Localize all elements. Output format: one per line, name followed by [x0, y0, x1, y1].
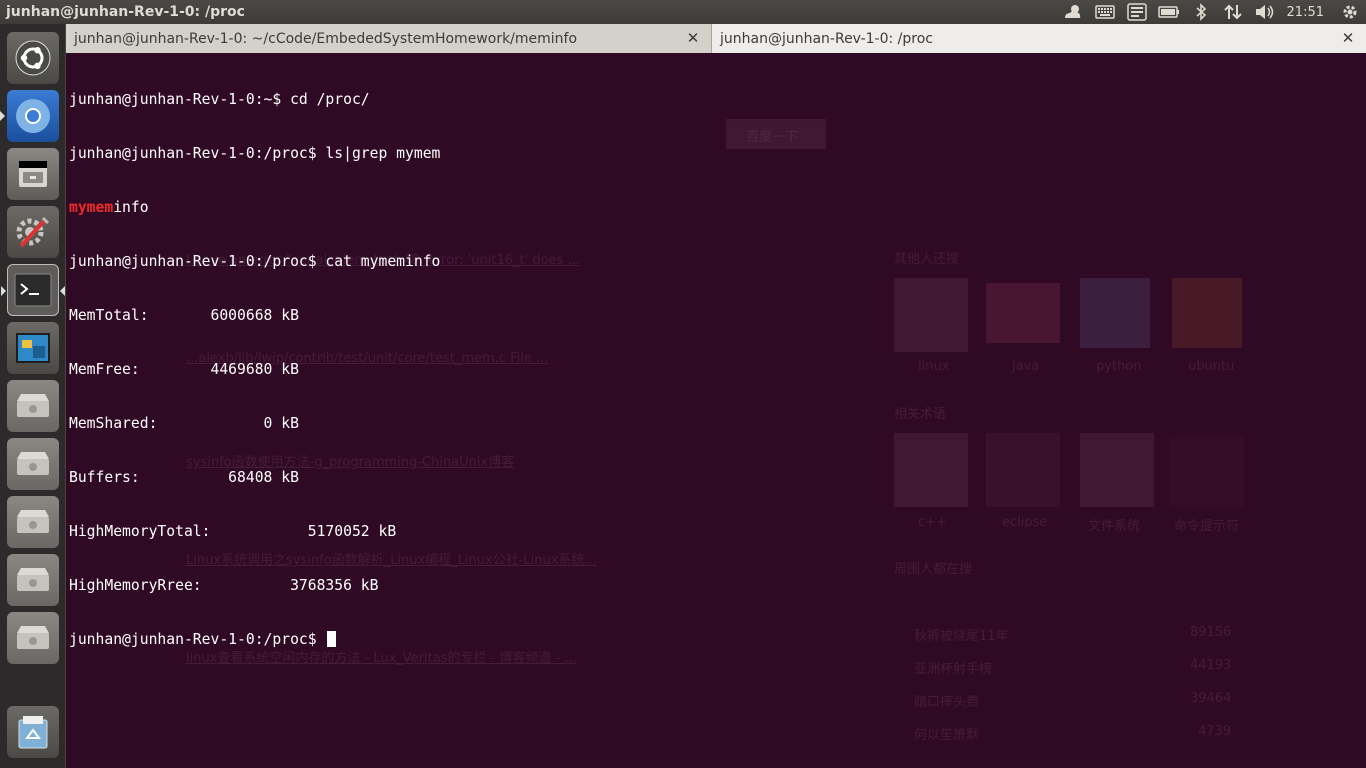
terminal-line: MemFree: 4469680 kB: [69, 361, 299, 378]
drive-icon[interactable]: [7, 554, 59, 606]
ghost-side-label: 文件系统: [1088, 519, 1141, 534]
grep-match-rest: info: [113, 199, 149, 216]
weather-icon[interactable]: [1057, 0, 1089, 24]
bluetooth-icon[interactable]: [1185, 0, 1217, 24]
ghost-hot-item: 踏口摔头费: [914, 695, 980, 710]
ghost-side-header: 其他人还搜: [894, 252, 960, 267]
ghost-side-label: eclipse: [1002, 515, 1048, 530]
close-icon[interactable]: ✕: [685, 30, 701, 46]
terminal-prompt: junhan@junhan-Rev-1-0:/proc$: [69, 631, 326, 648]
ghost-side-label: java: [1012, 359, 1040, 374]
ghost-search-button-label: 百度一下: [746, 130, 799, 145]
close-icon[interactable]: ✕: [1340, 30, 1356, 46]
drive-icon[interactable]: [7, 612, 59, 664]
ghost-side-header: 相关术语: [894, 407, 947, 422]
messaging-icon[interactable]: [1121, 0, 1153, 24]
ghost-side-header: 周围人都在搜: [894, 562, 973, 577]
window-title: junhan@junhan-Rev-1-0: /proc: [6, 4, 245, 20]
indicator-area: 21:51: [1057, 0, 1366, 24]
terminal-cursor: [327, 631, 337, 647]
tab-bar: junhan@junhan-Rev-1-0: ~/cCode/EmbededSy…: [66, 24, 1366, 53]
drive-icon[interactable]: [7, 496, 59, 548]
ghost-hot-value: 4739: [1198, 724, 1232, 739]
terminal-line: junhan@junhan-Rev-1-0:/proc$ cat mymemin…: [69, 253, 441, 270]
ghost-hot-item: 秋裤被烧尾11年: [914, 629, 1009, 644]
terminal-line: MemTotal: 6000668 kB: [69, 307, 299, 324]
terminal-icon[interactable]: [1, 264, 65, 316]
ghost-hot-value: 39464: [1190, 691, 1232, 706]
ghost-side-label: linux: [918, 359, 950, 374]
battery-icon[interactable]: [1153, 0, 1185, 24]
terminal-line: MemShared: 0 kB: [69, 415, 299, 432]
tab-meminfo[interactable]: junhan@junhan-Rev-1-0: ~/cCode/EmbededSy…: [66, 24, 712, 53]
ghost-hot-value: 44193: [1190, 658, 1232, 673]
ghost-side-label: c++: [918, 515, 947, 530]
terminal-line: HighMemoryRree: 3768356 kB: [69, 577, 379, 594]
terminal-window: junhan@junhan-Rev-1-0: ~/cCode/EmbededSy…: [66, 24, 1366, 768]
launcher: [0, 24, 66, 768]
terminal-line: Buffers: 68408 kB: [69, 469, 299, 486]
ghost-hot-value: 89156: [1190, 625, 1232, 640]
ghost-side-label: ubuntu: [1188, 359, 1235, 374]
volume-icon[interactable]: [1249, 0, 1281, 24]
system-settings-icon[interactable]: [7, 206, 59, 258]
drive-icon[interactable]: [7, 438, 59, 490]
clock[interactable]: 21:51: [1281, 5, 1334, 20]
ghost-side-label: python: [1096, 359, 1142, 374]
terminal-line-grep-result: mymeminfo: [69, 199, 440, 217]
file-manager-icon[interactable]: [7, 148, 59, 200]
ghost-hot-item: 何以笙箫默: [914, 728, 980, 743]
terminal-line: junhan@junhan-Rev-1-0:/proc$ ls|grep mym…: [69, 145, 441, 162]
tab-label: junhan@junhan-Rev-1-0: /proc: [720, 30, 933, 47]
keyboard-icon[interactable]: [1089, 0, 1121, 24]
terminal-area[interactable]: 百度一下 I have an error "serial_mem_test:48…: [66, 53, 1366, 768]
network-icon[interactable]: [1217, 0, 1249, 24]
terminal-line: HighMemoryTotal: 5170052 kB: [69, 523, 397, 540]
terminal-output: junhan@junhan-Rev-1-0:~$ cd /proc/ junha…: [69, 55, 440, 685]
workspace-switcher-icon[interactable]: [7, 322, 59, 374]
tab-label: junhan@junhan-Rev-1-0: ~/cCode/EmbededSy…: [74, 30, 578, 47]
trash-icon[interactable]: [7, 706, 59, 758]
drive-icon[interactable]: [7, 380, 59, 432]
dash-home-icon[interactable]: [7, 32, 59, 84]
ghost-hot-item: 亚洲杯射手榜: [914, 662, 993, 677]
top-panel: junhan@junhan-Rev-1-0: /proc 21:51: [0, 0, 1366, 24]
terminal-line: junhan@junhan-Rev-1-0:~$ cd /proc/: [69, 91, 370, 108]
tab-proc[interactable]: junhan@junhan-Rev-1-0: /proc ✕: [712, 24, 1366, 53]
ghost-side-label: 命令提示符: [1174, 519, 1240, 534]
gear-icon[interactable]: [1334, 0, 1366, 24]
grep-match-highlight: mymem: [69, 199, 114, 216]
chromium-icon[interactable]: [0, 90, 59, 142]
terminal-prompt-line: junhan@junhan-Rev-1-0:/proc$: [69, 631, 440, 649]
